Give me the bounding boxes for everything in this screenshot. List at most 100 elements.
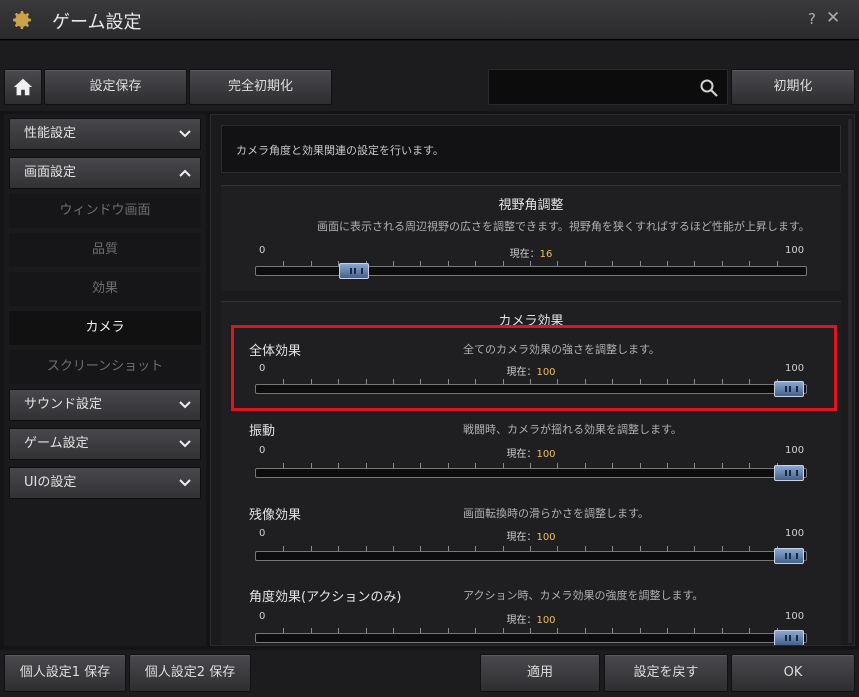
slider-tick [283,261,284,266]
afterimage-max: 100 [785,528,805,539]
vibration-current: 現在：100 [471,445,591,460]
chevron-up-icon [179,169,191,177]
slider-tick [557,463,558,468]
slider-tick [694,546,695,551]
angle-effect-max: 100 [785,611,805,622]
afterimage-description: 画面転換時の滑らかさを調整します。 [463,507,649,520]
slider-tick [393,546,394,551]
slider-tick [640,628,641,633]
chevron-down-icon [179,130,191,138]
save-personal-2-button[interactable]: 個人設定2 保存 [129,654,251,692]
slider-tick [530,628,531,633]
slider-tick [749,463,750,468]
afterimage-min: 0 [259,528,266,539]
slider-tick [612,463,613,468]
sidebar-category-ui[interactable]: UIの設定 [9,467,201,499]
ok-button[interactable]: OK [731,654,855,692]
angle-effect-slider[interactable] [255,628,807,645]
help-button[interactable]: ? [808,10,816,28]
vibration-current-value: 100 [536,449,556,460]
slider-tick [612,261,613,266]
fov-title: 視野角調整 [498,198,564,213]
slider-tick [393,261,394,266]
slider-tick [722,261,723,266]
scrollbar[interactable] [848,119,852,643]
afterimage-current: 現在：100 [471,528,591,543]
slider-handle[interactable] [774,465,804,481]
fov-max: 100 [785,245,805,256]
slider-tick [722,463,723,468]
apply-button[interactable]: 適用 [480,654,600,692]
sidebar-category-label: 性能設定 [24,126,77,141]
slider-tick [777,261,778,266]
sidebar-category-game[interactable]: ゲーム設定 [9,428,201,460]
sidebar-category-performance[interactable]: 性能設定 [9,118,201,150]
slider-tick [612,546,613,551]
sidebar-item-camera[interactable]: カメラ [9,311,201,345]
vibration-label: 振動 [249,424,276,439]
search-box [488,69,728,105]
slider-tick [585,463,586,468]
slider-tick [667,628,668,633]
vibration-min: 0 [259,445,266,456]
panel-description: カメラ角度と効果関連の設定を行います。 [221,125,841,173]
vibration-slider[interactable] [255,463,807,481]
sidebar-category-sound[interactable]: サウンド設定 [9,389,201,421]
revert-button[interactable]: 設定を戻す [604,654,728,692]
sidebar-item-screenshot[interactable]: スクリーンショット [9,350,201,384]
sidebar-item-window[interactable]: ウィンドウ画面 [9,194,201,228]
slider-tick [338,463,339,468]
slider-tick [283,463,284,468]
slider-tick [366,546,367,551]
chevron-down-icon [179,479,191,487]
gear-icon [13,11,31,29]
slider-tick [667,463,668,468]
footer: 個人設定1 保存 個人設定2 保存 適用 設定を戻す OK [0,650,859,697]
vibration-max: 100 [785,445,805,456]
slider-tick [694,463,695,468]
slider-tick [667,546,668,551]
afterimage-slider[interactable] [255,546,807,564]
sidebar-item-effects[interactable]: 効果 [9,272,201,306]
current-label: 現在： [506,532,537,543]
sidebar-category-display[interactable]: 画面設定 [9,157,201,189]
slider-tick [420,463,421,468]
slider-tick [530,546,531,551]
initialize-button[interactable]: 初期化 [731,69,855,105]
fov-current-value: 16 [539,249,553,260]
save-personal-1-button[interactable]: 個人設定1 保存 [4,654,126,692]
slider-tick [420,261,421,266]
slider-tick [503,261,504,266]
fov-section: 視野角調整 画面に表示される周辺視野の広さを調整できます。視野角を狭くすればする… [221,185,841,291]
search-input[interactable] [495,76,695,98]
slider-handle[interactable] [774,548,804,564]
sidebar-item-quality[interactable]: 品質 [9,233,201,267]
angle-effect-current: 現在：100 [471,611,591,626]
slider-tick [585,628,586,633]
highlight-box [231,325,837,411]
fov-slider[interactable] [255,261,807,279]
home-button[interactable] [4,69,42,105]
toolbar: 設定保存 完全初期化 初期化 [0,41,859,111]
slider-tick [311,463,312,468]
current-label: 現在： [506,615,537,626]
save-settings-button[interactable]: 設定保存 [44,69,187,105]
afterimage-label: 残像効果 [249,508,302,523]
slider-handle[interactable] [339,263,369,279]
sidebar-category-label: 画面設定 [24,165,77,180]
close-button[interactable]: ✕ [826,8,840,28]
slider-handle[interactable] [774,630,804,645]
slider-tick [393,628,394,633]
slider-tick [283,628,284,633]
slider-tick [503,628,504,633]
full-reset-button[interactable]: 完全初期化 [189,69,332,105]
slider-tick [475,546,476,551]
slider-tick [448,261,449,266]
sidebar-category-label: サウンド設定 [24,397,103,412]
slider-tick [283,546,284,551]
sidebar: 性能設定 画面設定 ウィンドウ画面 品質 効果 カメラ スクリーンショット サウ… [4,114,206,646]
slider-tick [503,463,504,468]
slider-tick [694,628,695,633]
slider-tick [448,546,449,551]
search-icon[interactable] [699,78,719,98]
